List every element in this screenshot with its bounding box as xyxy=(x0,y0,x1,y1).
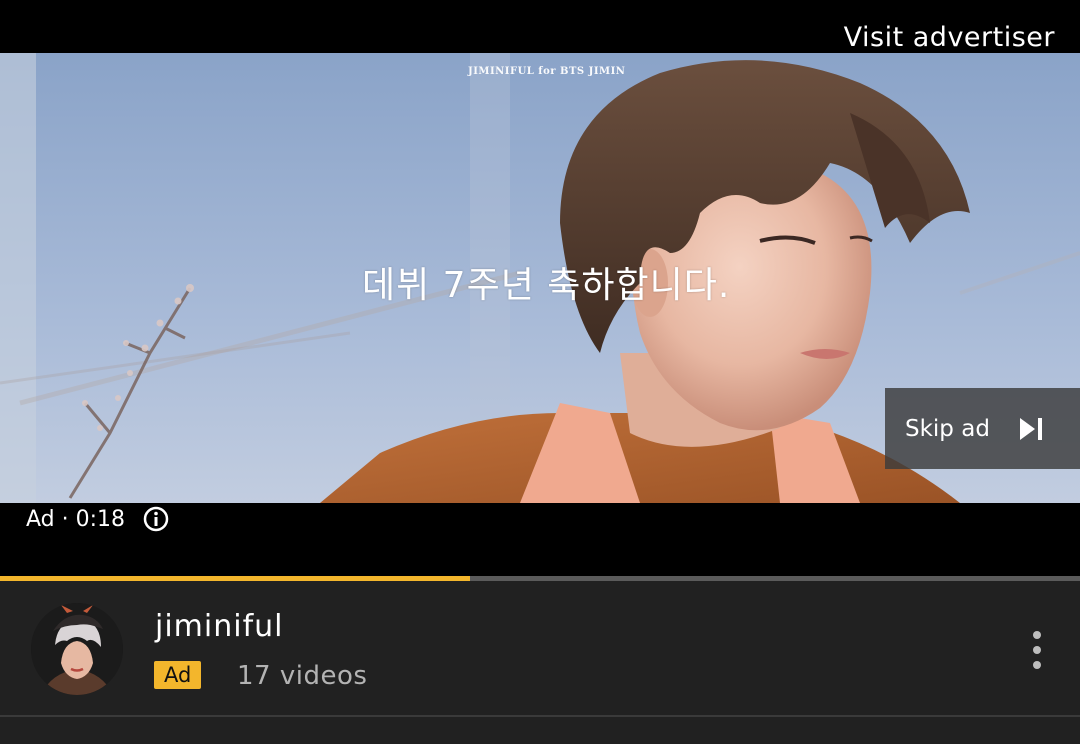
skip-ad-button[interactable]: Skip ad xyxy=(885,388,1080,469)
info-icon[interactable] xyxy=(143,506,169,532)
video-caption: 데뷔 7주년 축하합니다. xyxy=(362,265,731,306)
more-vert-icon[interactable] xyxy=(1028,631,1046,669)
visit-advertiser-link[interactable]: Visit advertiser xyxy=(844,22,1055,53)
skip-next-icon xyxy=(1020,417,1044,440)
avatar[interactable] xyxy=(31,603,123,695)
bottom-strip xyxy=(0,717,1080,744)
video-frame[interactable]: JIMINIFUL for BTS JIMIN 데뷔 7주년 축하합니다. Sk… xyxy=(0,53,1080,503)
ad-badge: Ad xyxy=(154,661,202,689)
channel-name[interactable]: jiminiful xyxy=(155,609,284,644)
ad-timer-text: Ad · 0:18 xyxy=(26,506,126,532)
ad-player-screen: Visit advertiser JIMINIFUL for BTS JIMIN… xyxy=(0,0,1080,744)
menu-dot xyxy=(1033,631,1041,639)
video-count: 17 videos xyxy=(237,661,368,691)
channel-info-panel: jiminiful Ad 17 videos xyxy=(0,581,1080,715)
menu-dot xyxy=(1033,661,1041,669)
avatar-image xyxy=(31,603,123,695)
skip-ad-label: Skip ad xyxy=(905,415,990,442)
menu-dot xyxy=(1033,646,1041,654)
video-watermark: JIMINIFUL for BTS JIMIN xyxy=(468,66,626,77)
ad-timer: Ad · 0:18 xyxy=(26,506,169,532)
